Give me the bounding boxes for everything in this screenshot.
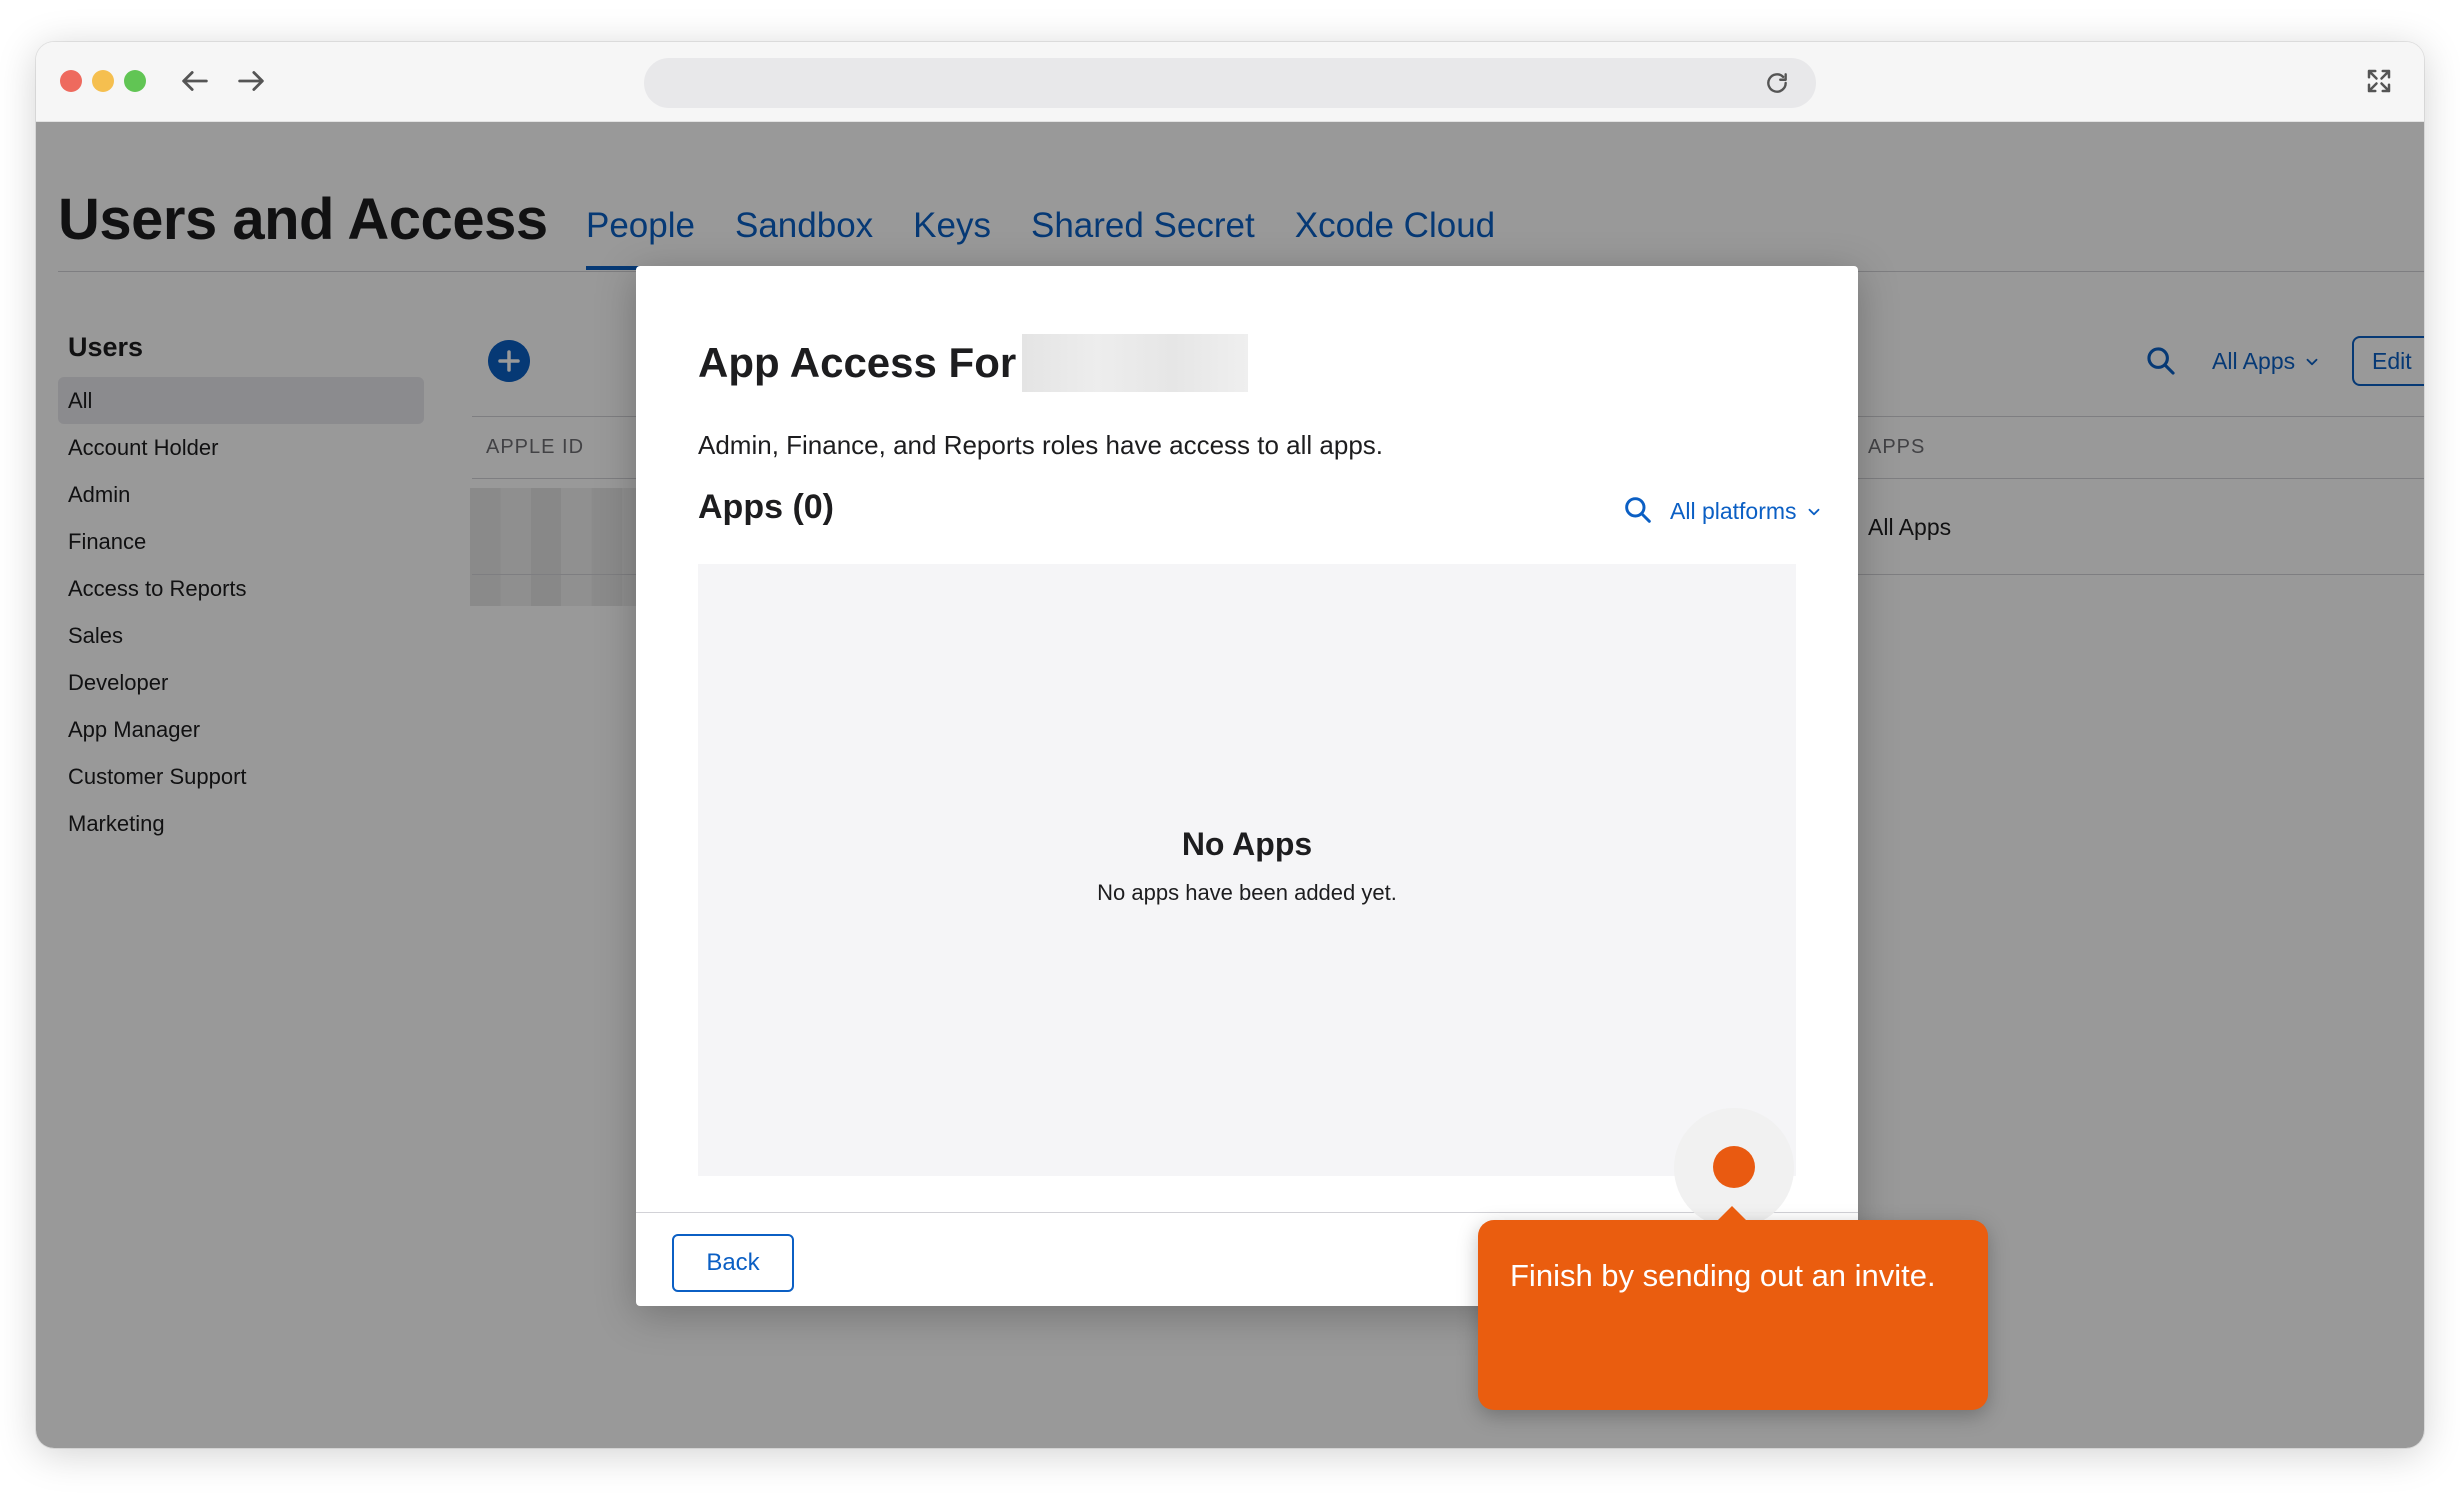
forward-arrow-icon[interactable] xyxy=(234,64,268,98)
redacted-user-name xyxy=(1022,334,1249,392)
platform-filter-label: All platforms xyxy=(1670,498,1797,524)
apps-heading: Apps (0) xyxy=(698,488,834,526)
browser-window: Users and Access People Sandbox Keys Sha… xyxy=(36,42,2424,1448)
address-bar[interactable] xyxy=(644,58,1816,108)
empty-state-title: No Apps xyxy=(1181,826,1313,862)
zoom-window-button[interactable] xyxy=(124,70,146,92)
modal-description: Admin, Finance, and Reports roles have a… xyxy=(698,430,1384,460)
fullscreen-icon[interactable] xyxy=(2364,66,2394,96)
chevron-down-icon xyxy=(1808,508,1819,515)
apps-empty-state: No Apps No apps have been added yet. xyxy=(698,564,1796,1176)
modal-title: App Access For xyxy=(698,334,1249,392)
modal-title-text: App Access For xyxy=(698,339,1017,386)
back-button[interactable]: Back xyxy=(672,1234,794,1292)
guide-tooltip: Finish by sending out an invite. xyxy=(1478,1206,1988,1410)
close-window-button[interactable] xyxy=(60,70,82,92)
app-access-modal: App Access For Admin, Finance, and Repor… xyxy=(636,266,1858,1306)
empty-state-subtitle: No apps have been added yet. xyxy=(1097,880,1397,905)
platform-filter[interactable]: All platforms xyxy=(1670,498,1823,525)
guide-hotspot[interactable] xyxy=(1713,1146,1755,1188)
browser-toolbar xyxy=(36,42,2424,122)
minimize-window-button[interactable] xyxy=(92,70,114,92)
reload-icon[interactable] xyxy=(1764,70,1790,96)
modal-footer-divider xyxy=(636,1212,1858,1213)
back-arrow-icon[interactable] xyxy=(178,64,212,98)
search-icon[interactable] xyxy=(1622,494,1654,526)
guide-tooltip-text: Finish by sending out an invite. xyxy=(1510,1258,1936,1293)
